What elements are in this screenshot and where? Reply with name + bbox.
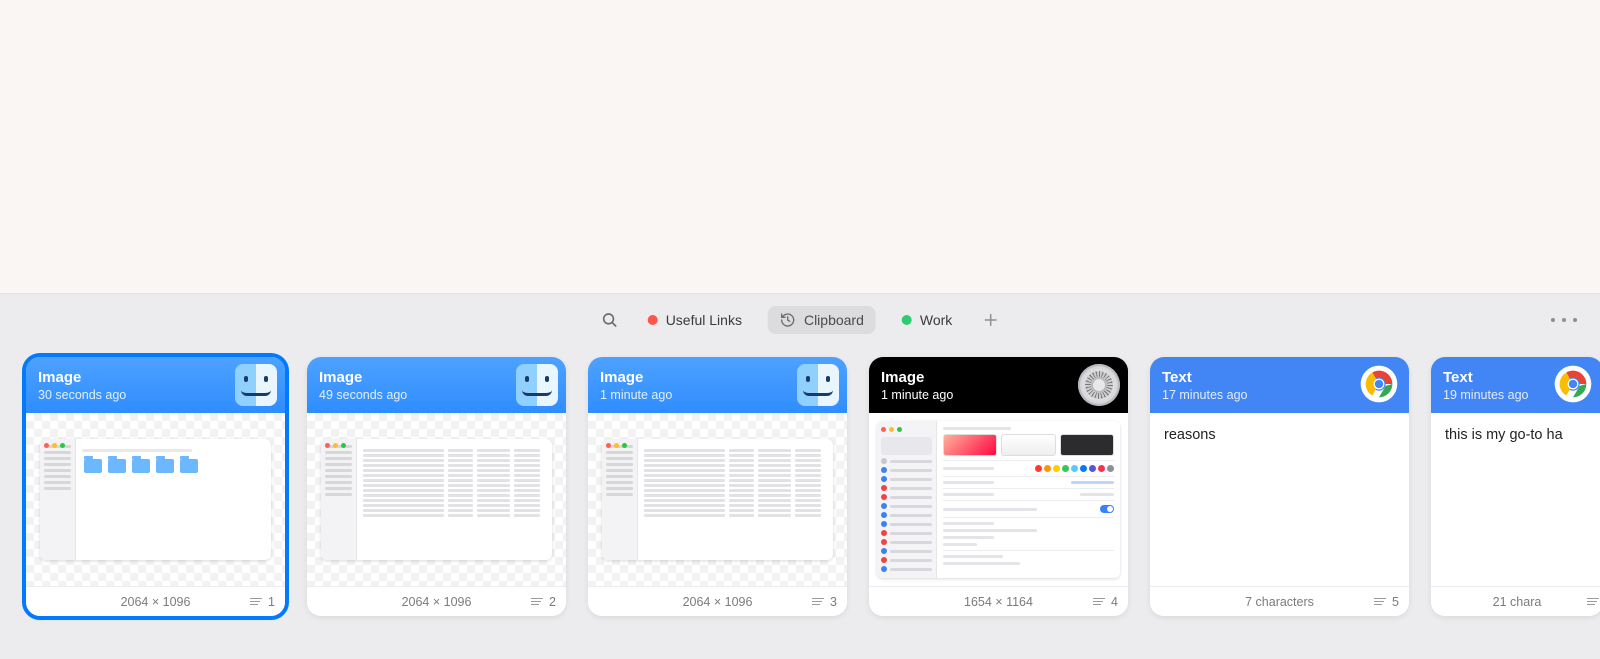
tab-label: Useful Links [666,312,742,328]
card-meta-label: 7 characters [1245,595,1314,609]
list-icon [812,598,824,606]
plus-icon [982,312,998,328]
card-body: reasons [1150,413,1409,586]
panel-toolbar: Useful Links Clipboard Work [0,294,1600,345]
card-index-badge: 4 [1111,595,1118,609]
thumbnail-preview [877,421,1120,578]
finder-app-icon [235,364,277,406]
card-header: Image 49 seconds ago [307,357,566,413]
card-type-label: Text [1162,369,1247,386]
card-type-label: Text [1443,369,1528,386]
card-index-badge: 2 [549,595,556,609]
clipboard-card[interactable]: Image 1 minute ago 2064 × 1096 3 [588,357,847,616]
card-footer: 7 characters 5 [1150,586,1409,616]
card-time-label: 1 minute ago [600,388,672,402]
card-header: Image 1 minute ago [588,357,847,413]
card-meta-label: 21 chara [1493,595,1542,609]
card-footer: 2064 × 1096 1 [26,586,285,616]
thumbnail-preview [602,439,833,560]
card-type-label: Image [881,369,953,386]
status-dot-icon [902,315,912,325]
settings-app-icon [1078,364,1120,406]
tab-work[interactable]: Work [890,306,964,334]
more-menu-button[interactable] [1549,318,1578,322]
clipboard-card[interactable]: Image 49 seconds ago 2064 × 1096 2 [307,357,566,616]
card-index-badge: 1 [268,595,275,609]
card-type-label: Image [319,369,407,386]
tab-label: Clipboard [804,312,864,328]
card-meta-label: 2064 × 1096 [402,595,472,609]
card-meta-label: 2064 × 1096 [121,595,191,609]
card-body: this is my go-to ha [1431,413,1600,586]
card-body [26,413,285,586]
card-index-badge: 5 [1392,595,1399,609]
card-text-content: this is my go-to ha [1431,413,1600,457]
clipboard-panel: Useful Links Clipboard Work [0,293,1600,659]
desktop-background [0,0,1600,293]
card-footer: 21 chara [1431,586,1600,616]
card-time-label: 1 minute ago [881,388,953,402]
card-body [869,413,1128,586]
clipboard-card[interactable]: Image 1 minute ago [869,357,1128,616]
card-footer: 2064 × 1096 3 [588,586,847,616]
card-time-label: 30 seconds ago [38,388,126,402]
card-time-label: 17 minutes ago [1162,388,1247,402]
list-icon [531,598,543,606]
card-text-content: reasons [1150,413,1409,457]
finder-app-icon [797,364,839,406]
thumbnail-preview [321,439,552,560]
history-icon [780,312,796,328]
list-icon [250,598,262,606]
card-meta-label: 2064 × 1096 [683,595,753,609]
search-button[interactable] [598,308,622,332]
clipboard-items-strip: Image 30 seconds ago 2064 × 1096 1 Image [0,345,1600,659]
ellipsis-icon [1551,318,1555,322]
card-body [588,413,847,586]
card-header: Image 30 seconds ago [26,357,285,413]
list-icon [1093,598,1105,606]
clipboard-card[interactable]: Text 17 minutes ago reasons 7 characters… [1150,357,1409,616]
card-header: Text 17 minutes ago [1150,357,1409,413]
chrome-app-icon [1359,364,1399,404]
card-time-label: 19 minutes ago [1443,388,1528,402]
card-footer: 1654 × 1164 4 [869,586,1128,616]
tab-label: Work [920,312,952,328]
tab-clipboard[interactable]: Clipboard [768,306,876,334]
tab-useful-links[interactable]: Useful Links [636,306,754,334]
add-tab-button[interactable] [978,308,1002,332]
card-type-label: Image [38,369,126,386]
card-meta-label: 1654 × 1164 [964,595,1033,609]
thumbnail-preview [40,439,271,560]
card-body [307,413,566,586]
list-icon [1374,598,1386,606]
card-header: Image 1 minute ago [869,357,1128,413]
list-icon [1587,598,1599,606]
card-index-badge: 3 [830,595,837,609]
card-header: Text 19 minutes ago [1431,357,1600,413]
finder-app-icon [516,364,558,406]
clipboard-card[interactable]: Image 30 seconds ago 2064 × 1096 1 [26,357,285,616]
card-time-label: 49 seconds ago [319,388,407,402]
clipboard-card[interactable]: Text 19 minutes ago this is my go-to ha … [1431,357,1600,616]
chrome-app-icon [1553,364,1593,404]
card-footer: 2064 × 1096 2 [307,586,566,616]
card-type-label: Image [600,369,672,386]
status-dot-icon [648,315,658,325]
search-icon [601,311,619,329]
